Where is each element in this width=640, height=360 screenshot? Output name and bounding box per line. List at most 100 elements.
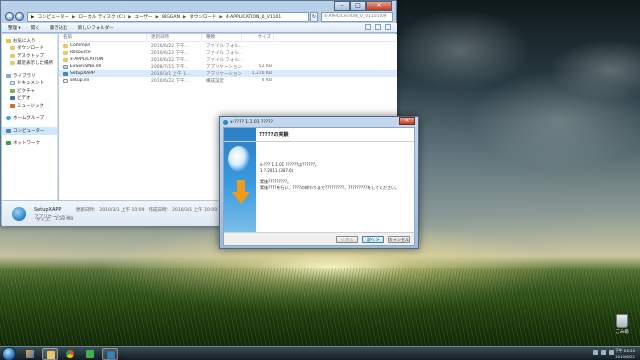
preview-pane-icon[interactable] bbox=[375, 24, 381, 30]
start-button[interactable] bbox=[2, 347, 16, 360]
breadcrumb-item[interactable]: ダウンロード bbox=[189, 14, 216, 20]
taskbar-media-player[interactable] bbox=[22, 348, 38, 360]
green-app-icon bbox=[86, 350, 94, 358]
file-size: 4 KB bbox=[261, 78, 272, 83]
nav-item-videos[interactable]: ビデオ bbox=[2, 95, 57, 103]
breadcrumb-item[interactable]: ローカル ディスク (C:) bbox=[78, 14, 125, 20]
nav-item-label: ネットワーク bbox=[13, 141, 40, 147]
taskbar-green-app[interactable] bbox=[82, 348, 98, 360]
file-date: 2010/6/22 下午... bbox=[151, 57, 189, 63]
nav-item-desktop[interactable]: デスクトップ bbox=[2, 52, 57, 60]
search-box[interactable] bbox=[321, 12, 393, 22]
tray-arrow-icon[interactable] bbox=[593, 350, 598, 355]
column-header-size[interactable]: サイズ bbox=[242, 34, 274, 41]
column-header-type[interactable]: 種類 bbox=[202, 34, 242, 41]
created-value: 2010/3/1 上午 10:09 bbox=[172, 208, 218, 213]
clock[interactable]: 下午 04:24 2010/6/22 bbox=[614, 348, 636, 359]
file-type: アプリケーション... bbox=[206, 64, 242, 70]
column-header-date[interactable]: 更新日時 bbox=[147, 34, 202, 41]
help-icon[interactable] bbox=[385, 24, 391, 30]
folder-icon bbox=[63, 50, 68, 55]
explorer-titlebar[interactable]: – □ ✕ ◀ ▶ ▶ コンピューター ▶ ローカル ディスク (C:) ▶ ユ… bbox=[1, 1, 396, 23]
cancel-button[interactable]: キャンセル bbox=[388, 236, 410, 243]
nav-item-network[interactable]: ネットワーク bbox=[2, 140, 57, 148]
homegroup-icon bbox=[6, 116, 11, 121]
breadcrumb-item[interactable]: ユーザー bbox=[135, 14, 153, 20]
file-type: アプリケーション bbox=[206, 71, 242, 77]
modified-value: 2010/3/1 上午 10:09 bbox=[99, 208, 145, 213]
file-row[interactable]: setup.ini 2010/6/22 下午... 構成設定 4 KB bbox=[59, 77, 397, 84]
network-status-icon[interactable] bbox=[601, 350, 606, 355]
burn-button[interactable]: 書き込む bbox=[50, 25, 68, 31]
file-row-selected[interactable]: SetupXAPP 2010/3/1 上午 1... アプリケーション 1,37… bbox=[59, 70, 397, 77]
installer-line: 1 ? 2011 (307.6) bbox=[260, 167, 294, 173]
nav-item-pictures[interactable]: ピクチャ bbox=[2, 87, 57, 95]
nav-item-libraries[interactable]: ライブラリ bbox=[2, 72, 57, 80]
navigation-pane: お気に入り ダウンロード デスクトップ 最近表示した場所 ライブラリ ドキュメン… bbox=[2, 34, 58, 200]
address-bar[interactable]: ▶ コンピューター ▶ ローカル ディスク (C:) ▶ ユーザー ▶ BIGG… bbox=[27, 12, 309, 22]
recycle-bin-label: ごみ箱 bbox=[615, 330, 629, 335]
file-type: ファイル フォル... bbox=[206, 43, 242, 49]
nav-item-label: ドキュメント bbox=[17, 81, 44, 87]
modified-label: 更新日時: bbox=[75, 208, 96, 213]
wallpaper-clouds bbox=[380, 10, 640, 210]
installer-footer: < 戻る 次へ > キャンセル bbox=[224, 232, 414, 245]
column-header-name[interactable]: 名前 bbox=[59, 34, 147, 41]
nav-item-documents[interactable]: ドキュメント bbox=[2, 80, 57, 88]
taskbar-explorer[interactable] bbox=[42, 348, 58, 360]
taskbar-chrome[interactable] bbox=[62, 348, 78, 360]
search-input[interactable] bbox=[324, 14, 386, 19]
maximize-button[interactable]: □ bbox=[350, 1, 366, 11]
nav-item-label: デスクトップ bbox=[17, 53, 44, 59]
nav-item-downloads[interactable]: ダウンロード bbox=[2, 45, 57, 53]
file-row[interactable]: Common 2010/6/22 下午... ファイル フォル... bbox=[59, 42, 397, 49]
file-row[interactable]: ExSerialNo.dll 2008/7/15 下午... アプリケーション.… bbox=[59, 63, 397, 70]
folder-icon bbox=[47, 351, 55, 359]
column-headers: 名前 更新日時 種類 サイズ bbox=[59, 34, 397, 42]
clock-time: 下午 04:24 bbox=[615, 348, 635, 353]
nav-item-computer[interactable]: コンピューター bbox=[2, 127, 57, 135]
new-folder-button[interactable]: 新しいフォルダー bbox=[78, 25, 114, 31]
file-type: ファイル フォル... bbox=[206, 50, 242, 56]
view-buttons bbox=[365, 24, 391, 30]
breadcrumb-item[interactable]: 4-APPLICATION_0_V1101 bbox=[226, 15, 281, 20]
nav-item-label: 最近表示した場所 bbox=[17, 61, 53, 67]
forward-button[interactable]: ▶ bbox=[15, 12, 24, 21]
view-options-icon[interactable] bbox=[365, 24, 371, 30]
breadcrumb-item[interactable]: BIGGAN bbox=[162, 15, 180, 20]
nav-item-favorites[interactable]: お気に入り bbox=[2, 37, 57, 45]
minimize-button[interactable]: – bbox=[334, 1, 350, 11]
organize-button[interactable]: 整理 ▾ bbox=[8, 25, 21, 31]
next-button[interactable]: 次へ > bbox=[362, 236, 384, 243]
file-name: x-APPLICATION bbox=[70, 57, 104, 62]
taskbar-installer[interactable] bbox=[102, 348, 118, 360]
nav-item-label: ミュージック bbox=[17, 103, 44, 109]
size-value: 1.33 MB bbox=[54, 217, 74, 222]
refresh-button[interactable]: ↻ bbox=[310, 12, 318, 22]
application-icon bbox=[63, 71, 68, 76]
installer-body: ?????の実験 x-??? 1.1.01 ??????は??????。 1 ?… bbox=[223, 127, 415, 246]
nav-item-recent-places[interactable]: 最近表示した場所 bbox=[2, 60, 57, 68]
recycle-bin-shortcut[interactable]: ごみ箱 bbox=[608, 314, 636, 344]
file-row[interactable]: x-APPLICATION 2010/6/22 下午... ファイル フォル..… bbox=[59, 56, 397, 63]
address-folder-icon: ▶ bbox=[31, 14, 35, 20]
back-button[interactable]: ◀ bbox=[5, 12, 14, 21]
setup-app-icon bbox=[10, 205, 28, 223]
close-button[interactable]: ✕ bbox=[366, 1, 392, 11]
installer-titlebar[interactable]: x-???? 1.1.01 ????? ✕ bbox=[220, 117, 418, 127]
nav-item-music[interactable]: ミュージック bbox=[2, 102, 57, 110]
folder-icon bbox=[10, 46, 15, 51]
installer-close-button[interactable]: ✕ bbox=[399, 117, 415, 125]
library-icon bbox=[6, 73, 11, 78]
file-name: ExSerialNo.dll bbox=[70, 64, 102, 69]
nav-item-label: ダウンロード bbox=[17, 46, 44, 52]
network-icon bbox=[6, 141, 11, 146]
installer-app-icon bbox=[223, 119, 228, 125]
nav-item-homegroup[interactable]: ホームグループ bbox=[2, 115, 57, 123]
breadcrumb-item[interactable]: コンピューター bbox=[37, 14, 69, 20]
file-name: SetupXAPP bbox=[70, 71, 95, 76]
installer-header: ?????の実験 bbox=[224, 128, 414, 142]
file-row[interactable]: Resource 2010/6/22 下午... ファイル フォル... bbox=[59, 49, 397, 56]
back-button[interactable]: < 戻る bbox=[336, 236, 358, 243]
open-button[interactable]: 開く bbox=[31, 25, 40, 31]
